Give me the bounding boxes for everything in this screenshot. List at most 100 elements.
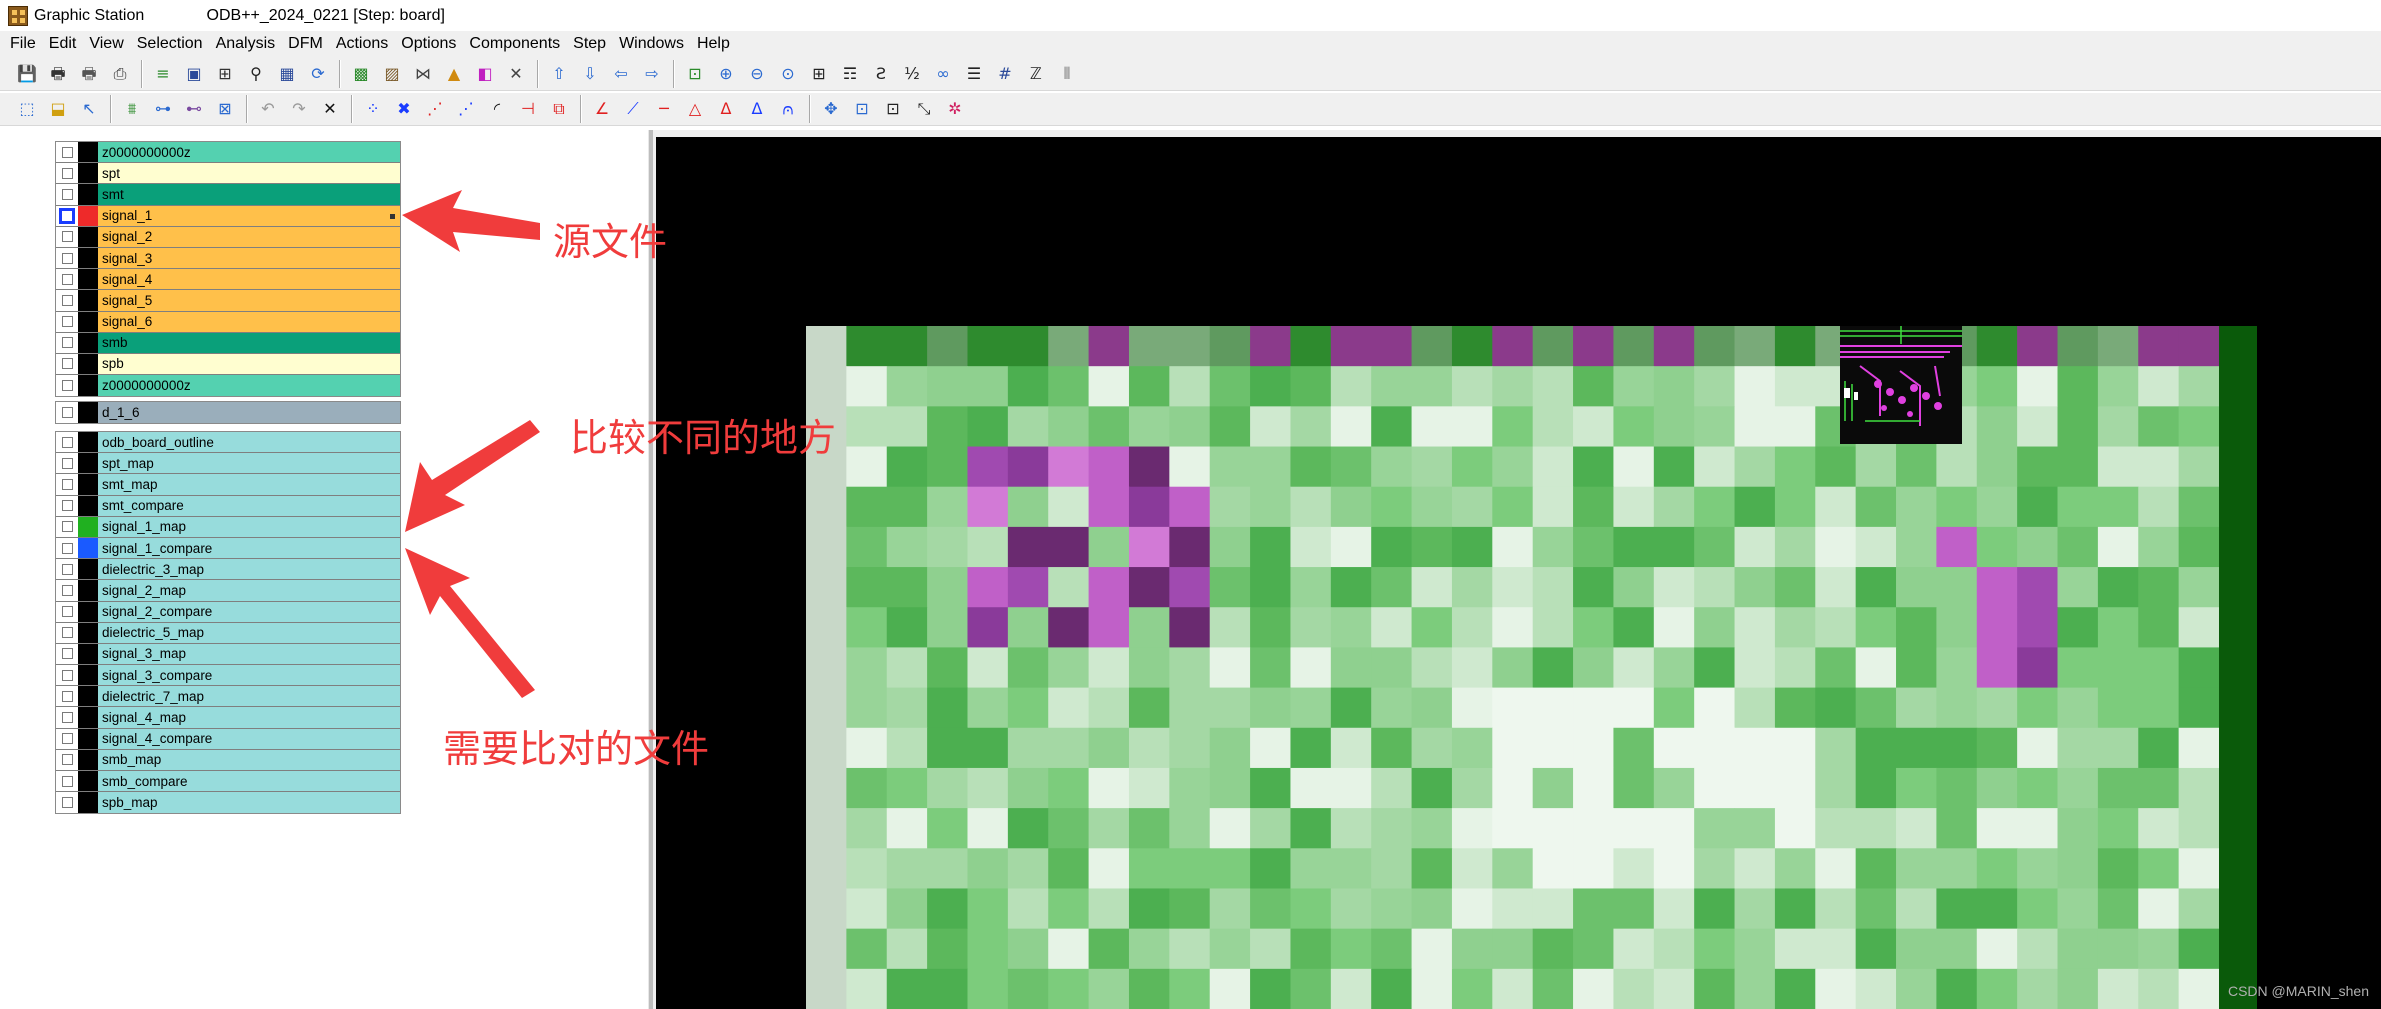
layer-row-dielectric_7_map[interactable]: dielectric_7_map (56, 686, 400, 708)
angle-icon[interactable]: ∠ (589, 96, 615, 122)
layer-color-swatch[interactable] (78, 474, 98, 495)
image-icon[interactable]: ▩ (348, 61, 374, 87)
move-icon[interactable]: ✥ (818, 96, 844, 122)
glasses-icon[interactable]: ∞ (930, 61, 956, 87)
hash-grid-icon[interactable]: # (992, 61, 1018, 87)
layer-checkbox[interactable] (61, 563, 73, 575)
snap-intersect-icon[interactable]: ✖ (391, 96, 417, 122)
layer-color-swatch[interactable] (78, 707, 98, 728)
layer-color-swatch[interactable] (78, 290, 98, 311)
layer-color-swatch[interactable] (78, 559, 98, 580)
arc-icon[interactable]: ◜ (484, 96, 510, 122)
arrow-down-icon[interactable]: ⇩ (577, 61, 603, 87)
arch-icon[interactable]: ⩀ (775, 96, 801, 122)
arrow-up-icon[interactable]: ⇧ (546, 61, 572, 87)
print-preview-icon[interactable]: 🖶 (76, 61, 102, 87)
layer-color-swatch[interactable] (78, 686, 98, 707)
layer-color-swatch[interactable] (78, 375, 98, 397)
redo-icon[interactable]: ↷ (286, 96, 312, 122)
layer-checkbox[interactable] (61, 712, 73, 724)
layer-checkbox[interactable] (61, 775, 73, 787)
layer-color-swatch[interactable] (78, 311, 98, 332)
board-icon[interactable]: ⊠ (212, 96, 238, 122)
layer-row-smb_compare[interactable]: smb_compare (56, 771, 400, 793)
layer-color-swatch[interactable] (78, 432, 98, 453)
layer-row-signal_2_map[interactable]: signal_2_map (56, 580, 400, 602)
layer-row-signal_3[interactable]: signal_3 (56, 247, 400, 270)
stack-icon[interactable]: ☰ (961, 61, 987, 87)
menu-actions[interactable]: Actions (336, 35, 388, 53)
layer-checkbox[interactable] (61, 294, 73, 306)
chart-icon[interactable]: ⫴ (1054, 61, 1080, 87)
layer-row-spt_map[interactable]: spt_map (56, 453, 400, 475)
layer-color-swatch[interactable] (78, 728, 98, 749)
snap-mid-icon[interactable]: ⋰ (422, 96, 448, 122)
zoom-fit-icon[interactable]: ⊡ (682, 61, 708, 87)
layer-row-z0000000000z[interactable]: z0000000000z (56, 142, 400, 164)
z-icon[interactable]: ℤ (1023, 61, 1049, 87)
layer-checkbox[interactable] (61, 436, 73, 448)
layer-row-dielectric_3_map[interactable]: dielectric_3_map (56, 559, 400, 581)
layer-color-swatch[interactable] (78, 402, 98, 424)
snap-points-icon[interactable]: ⁘ (360, 96, 386, 122)
layer-checkbox[interactable] (61, 358, 73, 370)
step-s-icon[interactable]: Ƨ (868, 61, 894, 87)
triangle-measure-icon[interactable]: △ (682, 96, 708, 122)
layer-checkbox[interactable] (61, 584, 73, 596)
layer-row-signal_4[interactable]: signal_4 (56, 269, 400, 291)
layer-checkbox[interactable] (61, 316, 73, 328)
layer-checkbox[interactable] (61, 188, 73, 200)
star-icon[interactable]: ✲ (942, 96, 968, 122)
layer-color-swatch[interactable] (78, 537, 98, 559)
layer-row-smt[interactable]: smt (56, 184, 400, 206)
layer-checkbox[interactable] (61, 606, 73, 618)
layer-checkbox[interactable] (61, 167, 73, 179)
layer-checkbox[interactable] (61, 231, 73, 243)
layer-color-swatch[interactable] (78, 516, 98, 537)
layer-checkbox[interactable] (61, 478, 73, 490)
layer-row-z0000000000z[interactable]: z0000000000z (56, 375, 400, 397)
box-center-icon[interactable]: ⊡ (880, 96, 906, 122)
measure-icon[interactable]: ⊞ (212, 61, 238, 87)
layer-checkbox[interactable] (61, 797, 73, 809)
layer-row-signal_5[interactable]: signal_5 (56, 290, 400, 312)
layer-checkbox[interactable] (61, 542, 73, 554)
triangle-tool-icon[interactable]: ▲ (441, 61, 467, 87)
undo-icon[interactable]: ↶ (255, 96, 281, 122)
menu-components[interactable]: Components (469, 35, 560, 53)
triangle-b-icon[interactable]: Δ (744, 96, 770, 122)
layer-checkbox[interactable] (61, 669, 73, 681)
layer-color-swatch[interactable] (78, 601, 98, 622)
layer-checkbox[interactable] (61, 500, 73, 512)
layer-row-signal_4_map[interactable]: signal_4_map (56, 707, 400, 729)
compare-heatmap[interactable] (806, 326, 2219, 1009)
layer-checkbox[interactable] (61, 337, 73, 349)
tools-icon[interactable]: ✕ (503, 61, 529, 87)
layer-checkbox[interactable] (61, 407, 73, 419)
component-icon[interactable]: ⊷ (181, 96, 207, 122)
layer-row-odb_board_outline[interactable]: odb_board_outline (56, 432, 400, 454)
layer-checkbox[interactable] (61, 690, 73, 702)
layer-checkbox[interactable] (61, 380, 73, 392)
layer-color-swatch[interactable] (78, 269, 98, 290)
menu-windows[interactable]: Windows (619, 35, 684, 53)
layer-row-spb_map[interactable]: spb_map (56, 792, 400, 814)
edge-icon[interactable]: ⊣ (515, 96, 541, 122)
grid-table-icon[interactable]: ▦ (274, 61, 300, 87)
select-icon[interactable]: ⬚ (14, 96, 40, 122)
box-select-icon[interactable]: ⊡ (849, 96, 875, 122)
menu-file[interactable]: File (10, 35, 36, 53)
layer-checkbox[interactable] (61, 457, 73, 469)
print-icon[interactable]: 🖶 (45, 61, 71, 87)
layer-checkbox[interactable] (61, 146, 73, 158)
image-edit-icon[interactable]: ▨ (379, 61, 405, 87)
layer-color-swatch[interactable] (78, 792, 98, 814)
layer-row-smt_compare[interactable]: smt_compare (56, 495, 400, 517)
filter-icon[interactable]: ⩩ (119, 96, 145, 122)
layer-row-signal_2[interactable]: signal_2 (56, 226, 400, 248)
triangle-a-icon[interactable]: Δ (713, 96, 739, 122)
layer-row-signal_4_compare[interactable]: signal_4_compare (56, 728, 400, 750)
layer-color-swatch[interactable] (78, 749, 98, 770)
square-snap-icon[interactable]: ⧉ (546, 96, 572, 122)
layer-checkbox[interactable] (61, 521, 73, 533)
